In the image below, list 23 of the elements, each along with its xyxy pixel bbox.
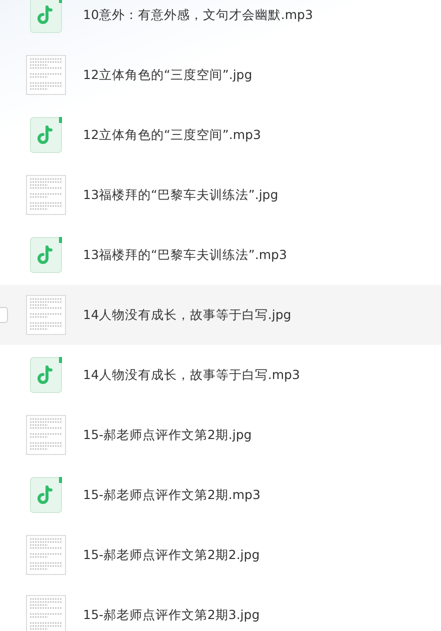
document-thumbnail (26, 55, 66, 95)
document-thumbnail (26, 535, 66, 575)
file-name[interactable]: 13福楼拜的“巴黎车夫训练法”.mp3 (83, 246, 287, 264)
music-file-icon (30, 237, 62, 273)
file-name[interactable]: 14人物没有成长，故事等于白写.mp3 (83, 366, 300, 384)
music-file-icon (30, 357, 62, 393)
file-name[interactable]: 15-郝老师点评作文第2期2.jpg (83, 546, 260, 564)
file-name[interactable]: 15-郝老师点评作文第2期.jpg (83, 426, 252, 444)
music-file-icon (30, 117, 62, 153)
document-thumbnail (26, 595, 66, 631)
music-file-icon (30, 0, 62, 33)
file-name[interactable]: 12立体角色的“三度空间”.mp3 (83, 126, 261, 144)
music-file-icon (30, 477, 62, 513)
file-name[interactable]: 13福楼拜的“巴黎车夫训练法”.jpg (83, 186, 278, 204)
file-name[interactable]: 15-郝老师点评作文第2期.mp3 (83, 486, 260, 504)
file-row[interactable]: 14人物没有成长，故事等于白写.jpg (0, 285, 441, 345)
file-name[interactable]: 10意外：有意外感，文句才会幽默.mp3 (83, 6, 313, 24)
document-thumbnail (26, 175, 66, 215)
document-thumbnail (26, 295, 66, 335)
file-name[interactable]: 15-郝老师点评作文第2期3.jpg (83, 606, 260, 624)
document-thumbnail (26, 415, 66, 455)
file-name[interactable]: 14人物没有成长，故事等于白写.jpg (83, 306, 292, 324)
file-name[interactable]: 12立体角色的“三度空间”.jpg (83, 66, 252, 84)
